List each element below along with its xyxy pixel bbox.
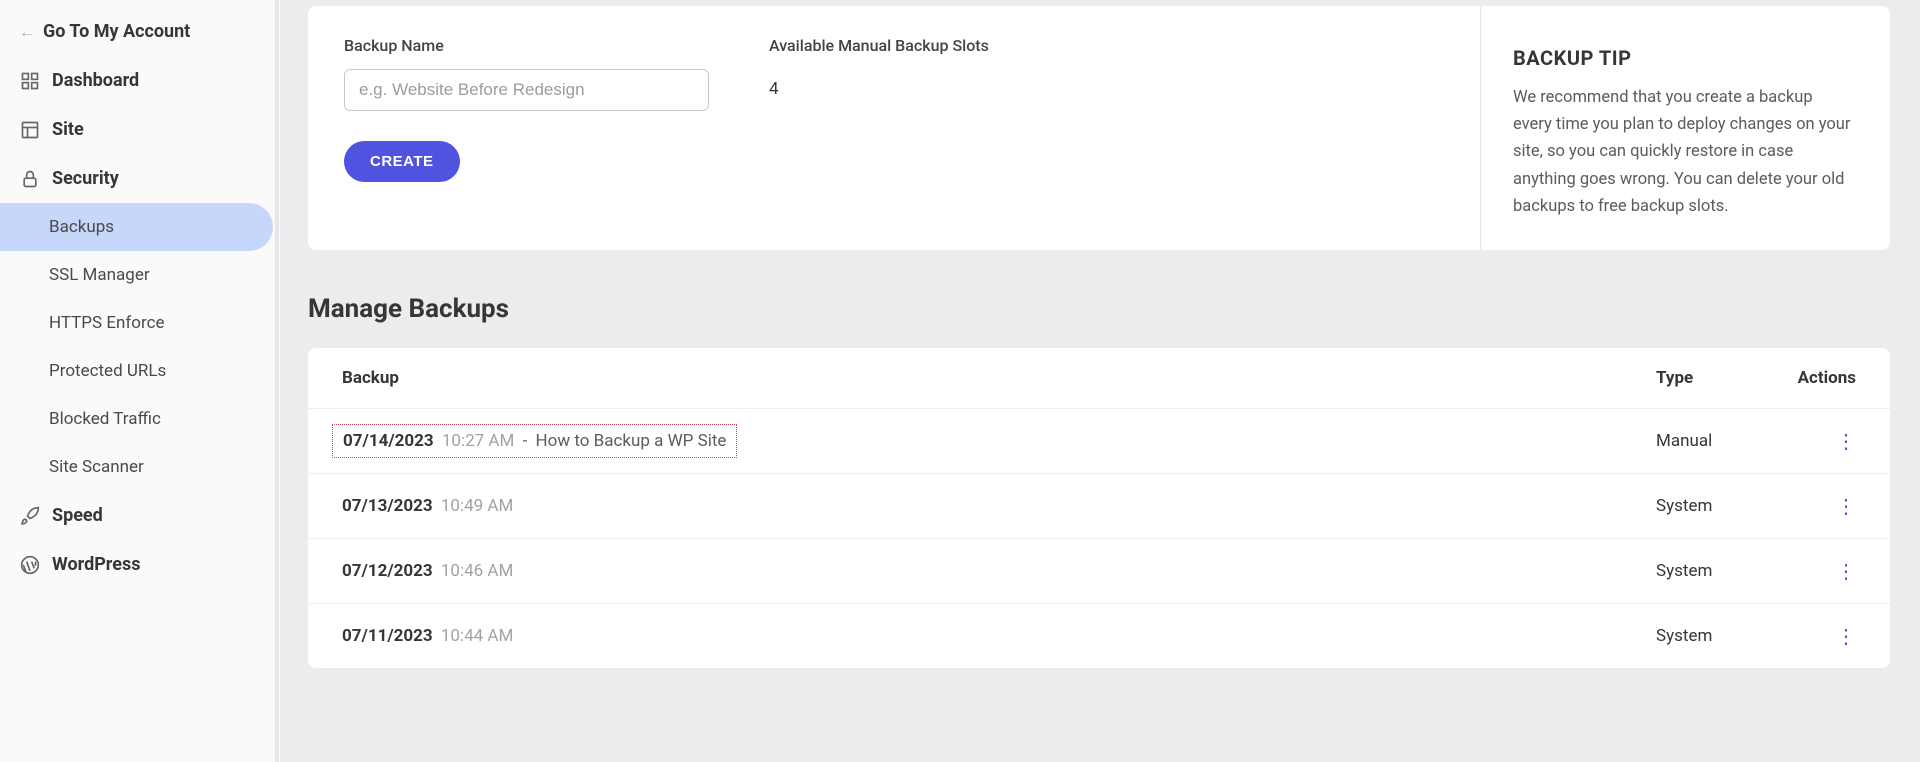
sidebar-item-label: Dashboard [52, 70, 139, 91]
sidebar-item-label: Security [52, 168, 119, 189]
sidebar-sub-backups[interactable]: Backups [0, 203, 273, 251]
sidebar-sub-protected-urls[interactable]: Protected URLs [0, 347, 279, 395]
backup-type: System [1656, 626, 1776, 646]
sidebar-sub-ssl-manager[interactable]: SSL Manager [0, 251, 279, 299]
backup-date: 07/13/2023 [342, 496, 433, 516]
backup-cell: 07/11/2023 10:44 AM [342, 626, 1656, 646]
grid-icon [20, 71, 40, 91]
backup-tip-panel: BACKUP TIP We recommend that you create … [1480, 6, 1890, 250]
sidebar-item-wordpress[interactable]: WordPress [0, 540, 279, 589]
backup-cell: 07/12/2023 10:46 AM [342, 561, 1656, 581]
sidebar-item-label: WordPress [52, 554, 140, 575]
sidebar-item-label: Speed [52, 505, 103, 526]
row-actions-menu[interactable]: ⋮ [1776, 429, 1856, 453]
header-type: Type [1656, 368, 1776, 388]
header-backup: Backup [342, 368, 1656, 388]
backup-time: 10:44 AM [437, 626, 514, 646]
backup-type: Manual [1656, 431, 1776, 451]
backup-time: 10:46 AM [437, 561, 514, 581]
backup-name-input[interactable] [344, 69, 709, 111]
backup-date: 07/11/2023 [342, 626, 433, 646]
create-backup-card: Backup Name CREATE Available Manual Back… [308, 6, 1890, 250]
sidebar-item-label: Site [52, 119, 84, 140]
backup-time: 10:49 AM [437, 496, 514, 516]
go-to-account-link[interactable]: ← Go To My Account [0, 15, 279, 56]
available-slots-label: Available Manual Backup Slots [769, 36, 989, 55]
layout-icon [20, 120, 40, 140]
row-actions-menu[interactable]: ⋮ [1776, 494, 1856, 518]
highlighted-backup: 07/14/2023 10:27 AM - How to Backup a WP… [332, 424, 737, 458]
sidebar-sub-label: Site Scanner [49, 457, 144, 477]
account-link-label: Go To My Account [43, 21, 190, 42]
sidebar-item-security[interactable]: Security [0, 154, 279, 203]
table-row: 07/11/2023 10:44 AMSystem⋮ [308, 604, 1890, 668]
sidebar-sub-label: Blocked Traffic [49, 409, 161, 429]
table-row: 07/14/2023 10:27 AM - How to Backup a WP… [308, 409, 1890, 474]
main-content: Backup Name CREATE Available Manual Back… [280, 0, 1920, 762]
row-actions-menu[interactable]: ⋮ [1776, 559, 1856, 583]
sidebar-sub-label: Protected URLs [49, 361, 166, 381]
sidebar-sub-https-enforce[interactable]: HTTPS Enforce [0, 299, 279, 347]
sidebar-item-site[interactable]: Site [0, 105, 279, 154]
backup-cell: 07/13/2023 10:49 AM [342, 496, 1656, 516]
backups-table: Backup Type Actions 07/14/2023 10:27 AM … [308, 348, 1890, 668]
backup-type: System [1656, 561, 1776, 581]
backup-date: 07/14/2023 [343, 431, 434, 451]
manage-backups-title: Manage Backups [308, 294, 1890, 324]
sidebar-item-dashboard[interactable]: Dashboard [0, 56, 279, 105]
wordpress-icon [20, 555, 40, 575]
backup-name-label: Backup Name [344, 36, 709, 55]
tip-title: BACKUP TIP [1513, 46, 1854, 70]
sidebar-sub-blocked-traffic[interactable]: Blocked Traffic [0, 395, 279, 443]
header-actions: Actions [1776, 368, 1856, 388]
tip-text: We recommend that you create a backup ev… [1513, 84, 1854, 220]
available-slots-value: 4 [769, 69, 989, 99]
sidebar: ← Go To My Account Dashboard Site Securi… [0, 0, 280, 762]
table-header: Backup Type Actions [308, 348, 1890, 409]
backup-time: 10:27 AM [438, 431, 515, 451]
create-button[interactable]: CREATE [344, 141, 460, 182]
backup-type: System [1656, 496, 1776, 516]
backup-name: How to Backup a WP Site [536, 431, 727, 451]
backup-date: 07/12/2023 [342, 561, 433, 581]
arrow-left-icon: ← [19, 22, 35, 42]
sidebar-sub-site-scanner[interactable]: Site Scanner [0, 443, 279, 491]
table-row: 07/13/2023 10:49 AMSystem⋮ [308, 474, 1890, 539]
rocket-icon [20, 506, 40, 526]
sidebar-item-speed[interactable]: Speed [0, 491, 279, 540]
backup-cell: 07/14/2023 10:27 AM - How to Backup a WP… [342, 430, 1656, 452]
lock-icon [20, 169, 40, 189]
sidebar-sub-label: SSL Manager [49, 265, 150, 285]
sidebar-sub-label: Backups [49, 217, 114, 237]
sidebar-sub-label: HTTPS Enforce [49, 313, 165, 333]
table-row: 07/12/2023 10:46 AMSystem⋮ [308, 539, 1890, 604]
row-actions-menu[interactable]: ⋮ [1776, 624, 1856, 648]
